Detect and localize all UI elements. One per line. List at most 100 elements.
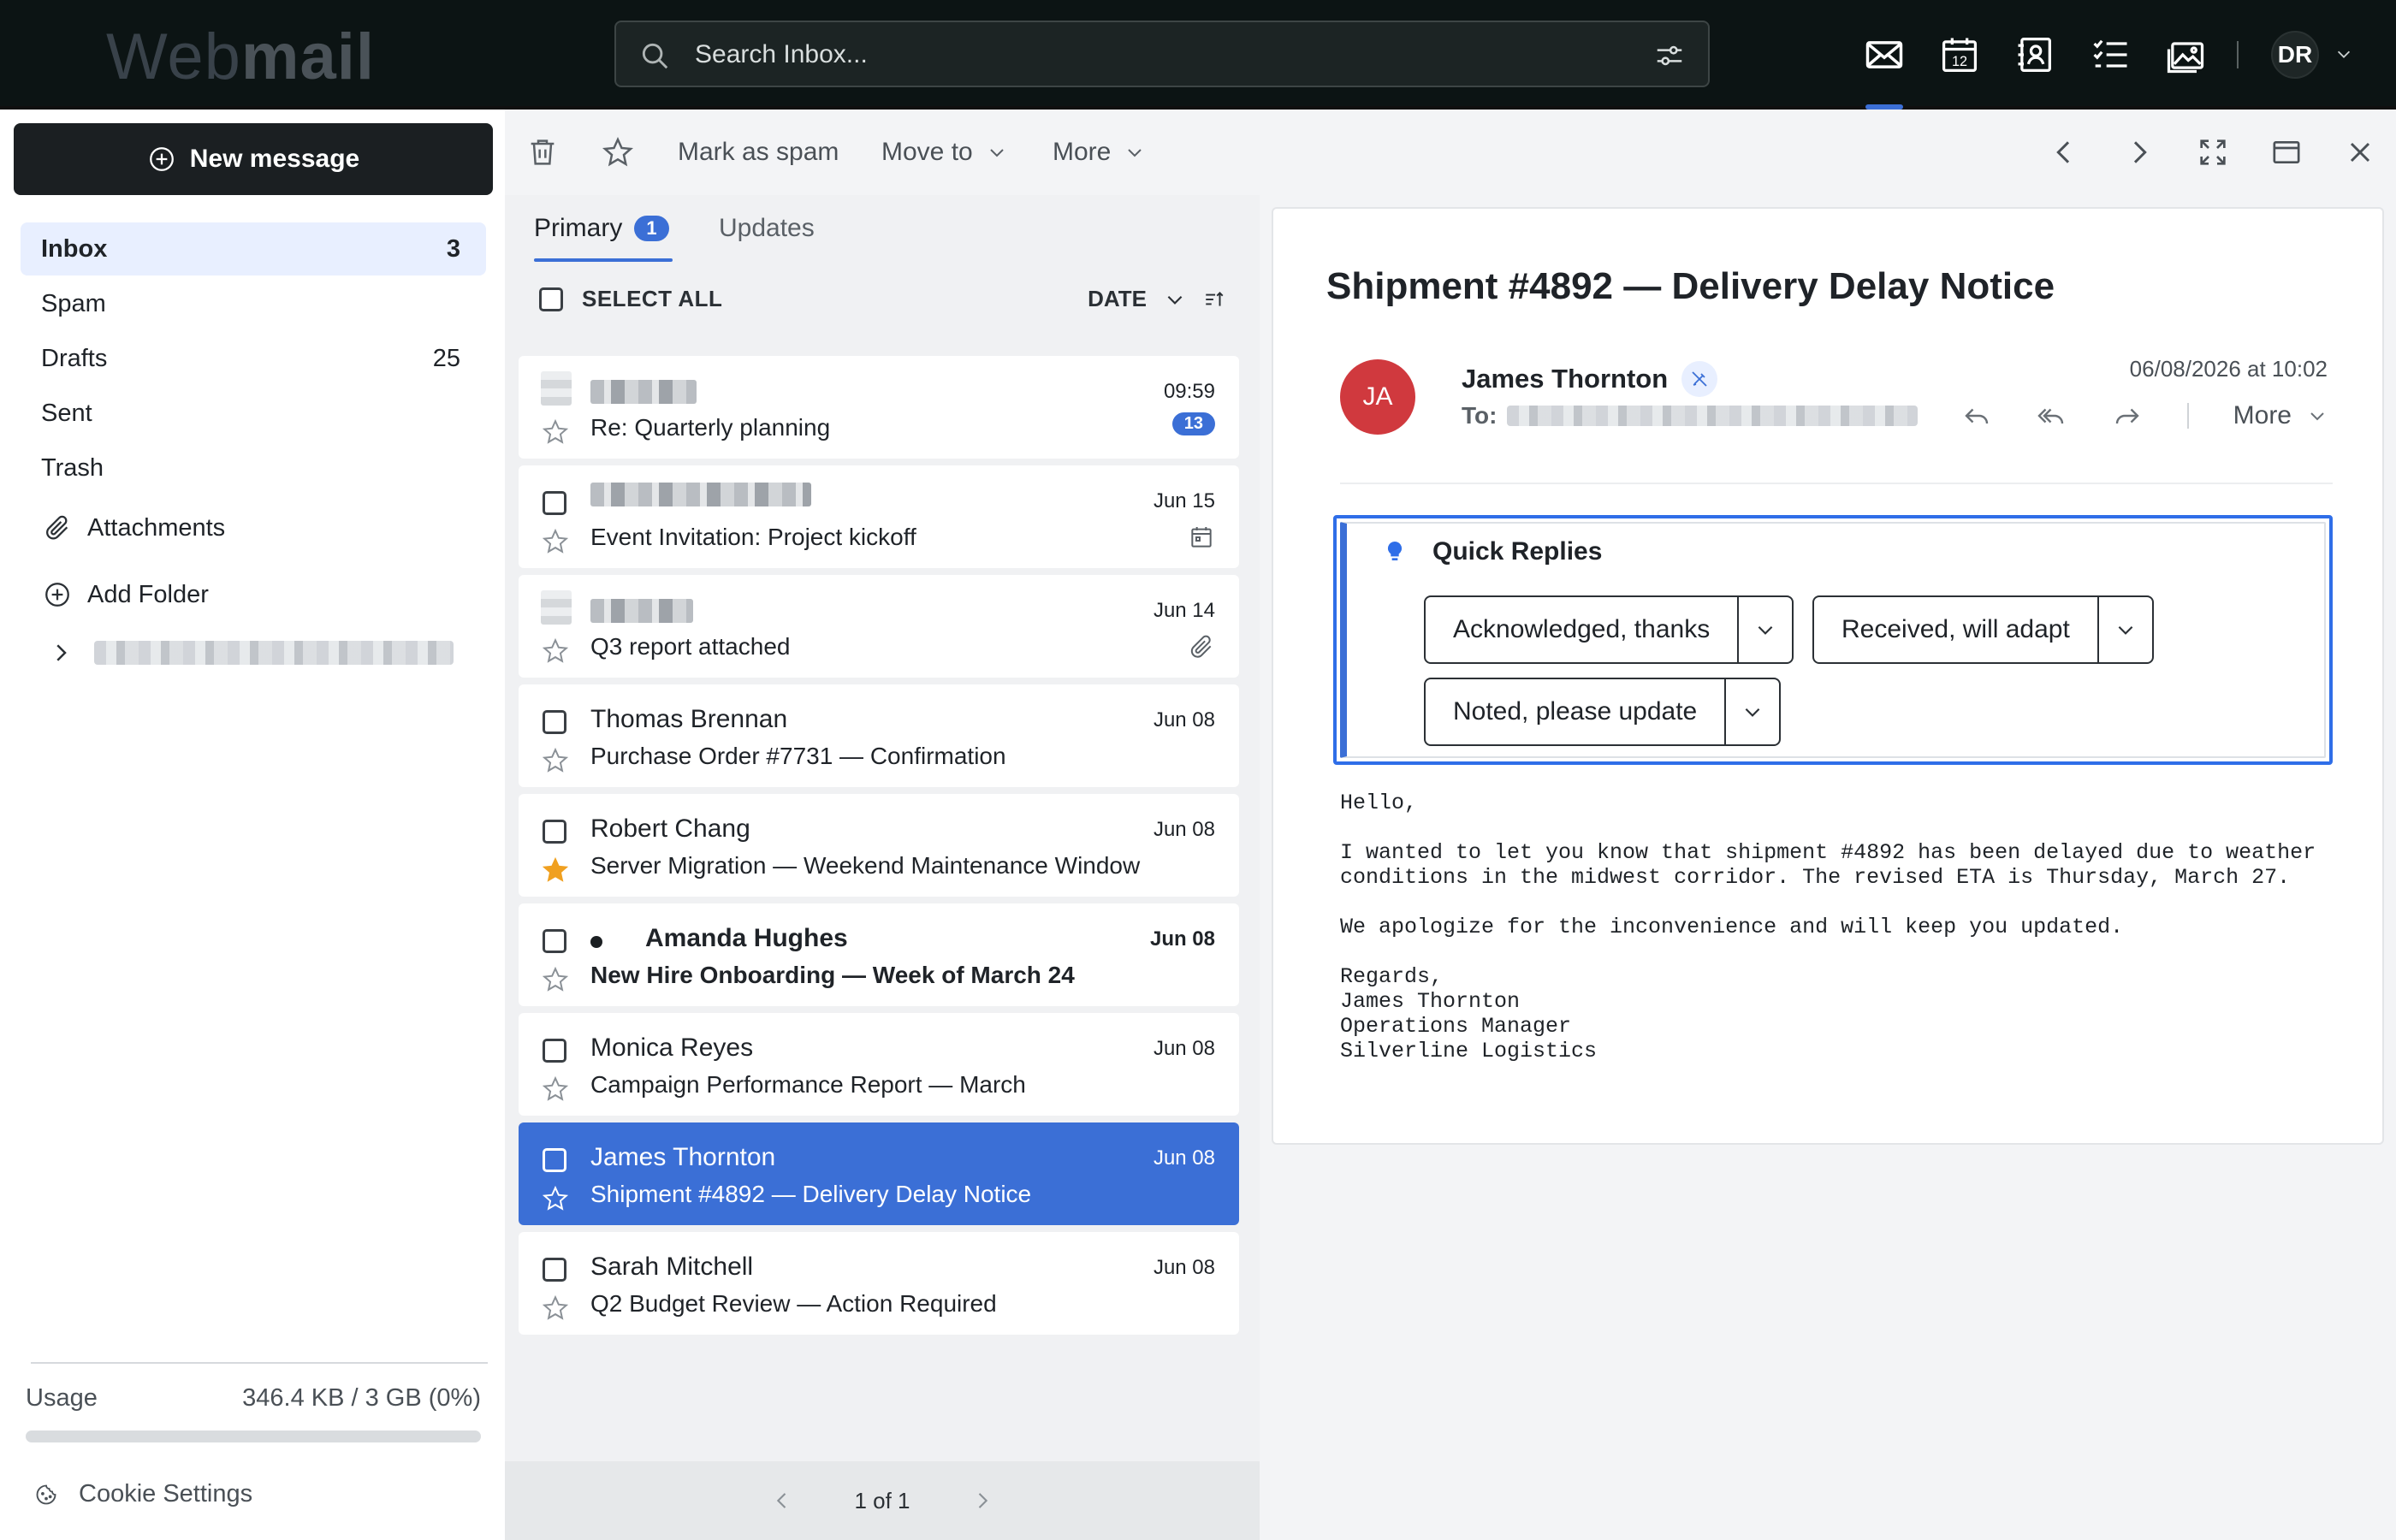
list-item[interactable]: Amanda Hughes New Hire Onboarding — Week… bbox=[519, 903, 1239, 1006]
star-icon[interactable] bbox=[541, 746, 570, 775]
reply-icon[interactable] bbox=[1961, 400, 1992, 431]
more-label: More bbox=[1053, 138, 1112, 166]
tab-label: Updates bbox=[719, 214, 815, 242]
checkbox[interactable] bbox=[543, 491, 566, 515]
close-icon[interactable] bbox=[2343, 135, 2377, 169]
contacts-icon[interactable] bbox=[2013, 33, 2057, 77]
layout-icon[interactable] bbox=[2269, 135, 2304, 169]
trash-icon[interactable] bbox=[525, 135, 560, 169]
calendar-icon[interactable]: 12 bbox=[1937, 33, 1982, 77]
mail-sender: Amanda Hughes bbox=[645, 924, 848, 952]
chevron-right-icon[interactable] bbox=[48, 640, 74, 666]
divider bbox=[2237, 41, 2239, 68]
quick-reply-button[interactable]: Received, will adapt bbox=[1812, 595, 2154, 664]
quick-reply-button[interactable]: Acknowledged, thanks bbox=[1424, 595, 1794, 664]
fullscreen-icon[interactable] bbox=[2196, 135, 2230, 169]
more-actions-dropdown[interactable]: More bbox=[2233, 401, 2328, 430]
redacted-folder-name bbox=[94, 641, 454, 665]
quick-reply-dropdown[interactable] bbox=[1737, 597, 1792, 662]
folder-label: Spam bbox=[41, 290, 106, 317]
sidebar-item-trash[interactable]: Trash bbox=[21, 441, 486, 495]
tasks-icon[interactable] bbox=[2088, 33, 2132, 77]
new-message-button[interactable]: New message bbox=[14, 123, 493, 195]
message-view: Shipment #4892 — Delivery Delay Notice J… bbox=[1272, 207, 2384, 1145]
pagination: 1 of 1 bbox=[505, 1461, 1260, 1540]
sort-order-icon[interactable] bbox=[1203, 288, 1225, 311]
divider bbox=[31, 1362, 488, 1364]
recipients: To: bbox=[1462, 402, 1919, 429]
sidebar-item-inbox[interactable]: Inbox 3 bbox=[21, 222, 486, 275]
logo-text-bold: mail bbox=[240, 21, 375, 93]
sidebar-item-attachments[interactable]: Attachments bbox=[43, 506, 225, 549]
checkbox[interactable] bbox=[543, 1258, 566, 1282]
chevron-down-icon bbox=[1745, 708, 1760, 717]
star-filled-icon[interactable] bbox=[541, 856, 570, 885]
checkbox[interactable] bbox=[539, 287, 563, 311]
message-list: Primary 1 Updates SELECT ALL DATE Re: Qu… bbox=[505, 195, 1260, 1540]
reply-all-icon[interactable] bbox=[2037, 400, 2067, 431]
chevron-down-icon[interactable] bbox=[2334, 44, 2353, 63]
filter-icon[interactable] bbox=[1653, 39, 1686, 72]
cookie-label: Cookie Settings bbox=[79, 1480, 253, 1507]
star-icon[interactable] bbox=[541, 527, 570, 556]
search-input[interactable]: Search Inbox... bbox=[614, 21, 1710, 87]
select-all-checkbox[interactable]: SELECT ALL bbox=[539, 286, 722, 312]
sender-avatar: JA bbox=[1340, 359, 1415, 435]
star-icon[interactable] bbox=[541, 1184, 570, 1213]
list-item[interactable]: Event Invitation: Project kickoff Jun 15 bbox=[519, 465, 1239, 568]
quick-reply-dropdown[interactable] bbox=[1724, 679, 1779, 744]
checkbox[interactable] bbox=[543, 820, 566, 844]
quick-reply-dropdown[interactable] bbox=[2096, 597, 2152, 662]
quick-reply-button[interactable]: Noted, please update bbox=[1424, 678, 1782, 746]
forward-icon[interactable] bbox=[2112, 400, 2143, 431]
user-avatar[interactable]: DR bbox=[2271, 31, 2319, 79]
chevron-right-icon[interactable] bbox=[970, 1489, 994, 1513]
active-tab-indicator bbox=[534, 258, 673, 262]
star-icon[interactable] bbox=[541, 1075, 570, 1104]
list-item[interactable]: Sarah Mitchell Q2 Budget Review — Action… bbox=[519, 1232, 1239, 1335]
sender-name[interactable]: James Thornton bbox=[1462, 361, 1718, 397]
sidebar-item-drafts[interactable]: Drafts 25 bbox=[21, 332, 486, 385]
sidebar-item-spam[interactable]: Spam bbox=[21, 277, 486, 330]
mail-subject: Shipment #4892 — Delivery Delay Notice bbox=[590, 1181, 1032, 1207]
star-icon[interactable] bbox=[541, 418, 570, 447]
mail-date: Jun 08 bbox=[1153, 708, 1215, 732]
redacted-sender bbox=[590, 599, 693, 623]
next-message-icon[interactable] bbox=[2122, 135, 2156, 169]
star-icon[interactable] bbox=[541, 1294, 570, 1323]
app-logo[interactable]: Webmail bbox=[106, 19, 375, 96]
star-icon[interactable] bbox=[541, 637, 570, 666]
custom-folder-item[interactable] bbox=[48, 640, 454, 666]
sort-dropdown[interactable]: DATE bbox=[1088, 286, 1225, 312]
list-item[interactable]: Q3 report attached Jun 14 bbox=[519, 575, 1239, 678]
sidebar-item-sent[interactable]: Sent bbox=[21, 387, 486, 440]
list-item[interactable]: Robert Chang Server Migration — Weekend … bbox=[519, 794, 1239, 897]
checkbox[interactable] bbox=[543, 1148, 566, 1172]
lightbulb-icon bbox=[1387, 541, 1403, 560]
list-item[interactable]: Re: Quarterly planning 09:59 13 bbox=[519, 356, 1239, 459]
cookie-settings-link[interactable]: Cookie Settings bbox=[34, 1480, 252, 1508]
mail-subject: Campaign Performance Report — March bbox=[590, 1071, 1026, 1098]
checkbox[interactable] bbox=[543, 710, 566, 734]
mail-icon[interactable] bbox=[1862, 33, 1907, 77]
star-icon[interactable] bbox=[541, 965, 570, 994]
chevron-left-icon[interactable] bbox=[770, 1489, 794, 1513]
checkbox[interactable] bbox=[543, 1039, 566, 1063]
quick-replies-title: Quick Replies bbox=[1432, 537, 1603, 566]
tab-label: Primary bbox=[534, 214, 623, 242]
tab-updates[interactable]: Updates bbox=[719, 214, 815, 243]
star-icon[interactable] bbox=[601, 135, 635, 169]
photos-icon[interactable] bbox=[2163, 33, 2208, 77]
mark-as-spam-button[interactable]: Mark as spam bbox=[678, 135, 839, 169]
cookie-icon bbox=[36, 1484, 56, 1504]
list-item[interactable]: Monica Reyes Campaign Performance Report… bbox=[519, 1013, 1239, 1116]
list-item-selected[interactable]: James Thornton Shipment #4892 — Delivery… bbox=[519, 1122, 1239, 1225]
move-to-dropdown[interactable]: Move to bbox=[881, 135, 1007, 169]
add-folder-button[interactable]: Add Folder bbox=[43, 573, 209, 616]
checkbox[interactable] bbox=[543, 929, 566, 953]
previous-message-icon[interactable] bbox=[2047, 135, 2081, 169]
list-item[interactable]: Thomas Brennan Purchase Order #7731 — Co… bbox=[519, 684, 1239, 787]
more-dropdown[interactable]: More bbox=[1053, 135, 1145, 169]
top-bar: Webmail Search Inbox... 12 DR bbox=[0, 0, 2396, 110]
tab-primary[interactable]: Primary 1 bbox=[534, 214, 669, 243]
